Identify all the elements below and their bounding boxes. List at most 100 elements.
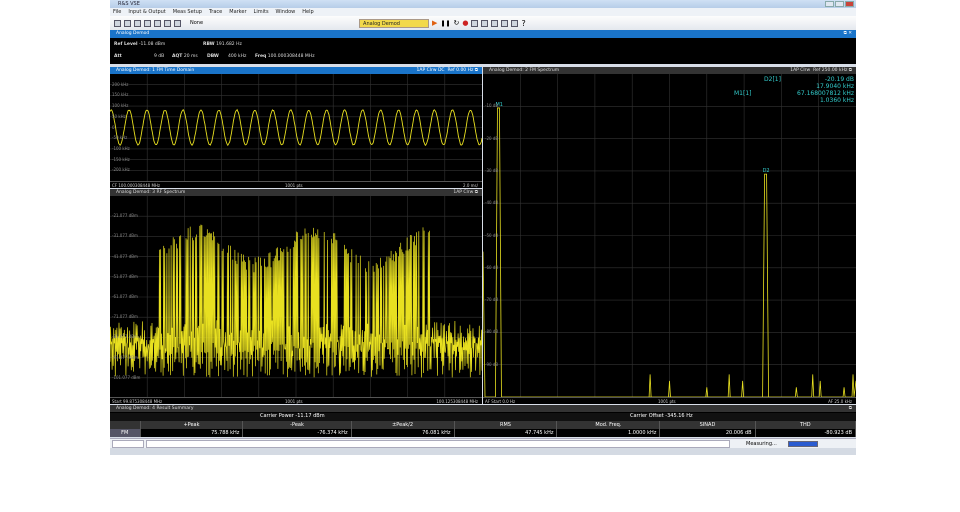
save-icon[interactable] bbox=[124, 20, 131, 27]
y-tick-label: -31.077 dBm bbox=[112, 233, 138, 238]
open-icon[interactable] bbox=[134, 20, 141, 27]
menu-item[interactable]: Window bbox=[276, 8, 296, 16]
y-tick-label: -20 dB bbox=[485, 136, 498, 141]
channel-title[interactable]: Analog Demod bbox=[116, 31, 149, 36]
fm-spectrum-plot[interactable]: M1 D2 -10 dB -20 dB -30 dB -40 dB -50 dB -60 dB… bbox=[483, 74, 856, 397]
y-tick-label: -100 kHz bbox=[112, 146, 130, 151]
y-tick-label: -61.077 dBm bbox=[112, 294, 138, 299]
layout-icon[interactable] bbox=[481, 20, 488, 27]
result-value: 75.788 kHz bbox=[140, 429, 243, 437]
maximize-button[interactable] bbox=[835, 1, 844, 7]
close-button[interactable] bbox=[845, 1, 854, 7]
toolbar-button[interactable] bbox=[154, 20, 161, 27]
fm-spectrum-panel: Analog Demod: 2 FM Spectrum 1AP Clrw Ref … bbox=[483, 67, 856, 404]
y-tick-label: -30 dB bbox=[485, 168, 498, 173]
rf-spectrum-plot[interactable]: -21.077 dBm -31.077 dBm -41.077 dBm -51.077… bbox=[110, 196, 482, 398]
column-header bbox=[110, 421, 140, 429]
layout-icon[interactable] bbox=[471, 20, 478, 27]
y-tick-label: -80 dB bbox=[485, 329, 498, 334]
column-header: RMS bbox=[454, 421, 557, 429]
toolbar-button[interactable] bbox=[144, 20, 151, 27]
y-tick-label: -150 kHz bbox=[112, 157, 130, 162]
y-tick-label: -200 kHz bbox=[112, 167, 130, 172]
plot-svg bbox=[110, 74, 482, 181]
result-value: -80.923 dB bbox=[755, 429, 855, 437]
plot-svg bbox=[110, 196, 482, 398]
menu-item[interactable]: Input & Output bbox=[128, 8, 165, 16]
menu-item[interactable]: Meas Setup bbox=[173, 8, 202, 16]
column-header: -Peak bbox=[243, 421, 351, 429]
channel-tab: Analog Demod ⧉ ✕ bbox=[110, 30, 856, 38]
message-field bbox=[146, 440, 730, 448]
column-header: +Peak bbox=[140, 421, 243, 429]
y-tick-label: -70 dB bbox=[485, 297, 498, 302]
y-tick-label: 150 kHz bbox=[112, 92, 128, 97]
y-tick-label: -71.077 dBm bbox=[112, 314, 138, 319]
none-dropdown[interactable]: None bbox=[190, 20, 203, 26]
mode-select[interactable]: Analog Demod bbox=[359, 19, 429, 28]
menu-item[interactable]: Trace bbox=[209, 8, 222, 16]
y-tick-label: -90 dB bbox=[485, 362, 498, 367]
panel-header: Analog Demod: 2 FM Spectrum 1AP Clrw Ref … bbox=[483, 67, 856, 74]
window-title: R&S VSE bbox=[118, 1, 140, 7]
menu-item[interactable]: Marker bbox=[229, 8, 246, 16]
rf-spectrum-panel: Analog Demod: 3 RF Spectrum 1AP Clrw ⧉ -2… bbox=[110, 189, 482, 404]
title-bar: R&S VSE bbox=[110, 0, 856, 8]
app-window: R&S VSE File Input & Output Meas Setup Trac… bbox=[110, 0, 856, 455]
toolbar: None Analog Demod ▶ ❚❚ ↻ ● ? bbox=[110, 16, 856, 30]
help-icon[interactable]: ? bbox=[521, 19, 525, 28]
menu-bar: File Input & Output Meas Setup Trace Marker L… bbox=[110, 8, 856, 16]
result-value: -76.374 kHz bbox=[243, 429, 351, 437]
marker-table: D2[1] -20.19 dB 17.9040 kHz M1[1] 67.16800… bbox=[734, 76, 854, 104]
menu-item[interactable]: Help bbox=[302, 8, 313, 16]
toolbar-button[interactable] bbox=[174, 20, 181, 27]
panel-header: Analog Demod: 3 RF Spectrum 1AP Clrw ⧉ bbox=[110, 189, 482, 196]
result-value: 47.745 kHz bbox=[454, 429, 557, 437]
plot-svg: M1D2 bbox=[483, 74, 856, 397]
column-header: THD bbox=[755, 421, 855, 429]
y-tick-label: 50 kHz bbox=[112, 114, 126, 119]
y-tick-label: -10 dB bbox=[485, 103, 498, 108]
y-tick-label: -41.077 dBm bbox=[112, 254, 138, 259]
channel-info: Ref Level -11.08 dBm RBW 191.682 Hz Att 9… bbox=[110, 38, 856, 64]
status-field[interactable] bbox=[112, 440, 144, 448]
menu-item[interactable]: File bbox=[113, 8, 121, 16]
toolbar-button[interactable] bbox=[114, 20, 121, 27]
y-tick-label: -21.077 dBm bbox=[112, 213, 138, 218]
result-value: 20.006 dB bbox=[660, 429, 755, 437]
y-tick-label: -40 dB bbox=[485, 200, 498, 205]
zoom-icon[interactable] bbox=[511, 20, 518, 27]
status-bar: Measuring... bbox=[110, 438, 856, 448]
y-tick-label: 200 kHz bbox=[112, 82, 128, 87]
y-tick-label: -60 dB bbox=[485, 265, 498, 270]
menu-item[interactable]: Limits bbox=[254, 8, 269, 16]
progress-bar bbox=[788, 441, 818, 447]
pause-icon[interactable]: ❚❚ bbox=[440, 20, 450, 27]
undock-close-icon[interactable]: ⧉ ✕ bbox=[844, 30, 852, 37]
panel-header: Analog Demod: 1 FM Time Domain 1AP Clrw D… bbox=[110, 67, 482, 74]
run-icon[interactable]: ▶ bbox=[432, 19, 437, 27]
column-header: Mod. Freq. bbox=[557, 421, 660, 429]
y-tick-label: -101.077 dBm bbox=[112, 375, 140, 380]
column-header: ±Peak/2 bbox=[351, 421, 454, 429]
y-tick-label: -50 dB bbox=[485, 233, 498, 238]
minimize-button[interactable] bbox=[825, 1, 834, 7]
marker-label-d2: D2 bbox=[763, 168, 770, 174]
fm-time-domain-panel: Analog Demod: 1 FM Time Domain 1AP Clrw D… bbox=[110, 67, 482, 188]
y-tick-label: -51.077 dBm bbox=[112, 274, 138, 279]
y-tick-label: 0 bbox=[112, 125, 115, 130]
y-tick-label: 100 kHz bbox=[112, 103, 128, 108]
result-table: +Peak -Peak ±Peak/2 RMS Mod. Freq. SINAD THD FM… bbox=[110, 421, 856, 437]
y-tick-label: -50 kHz bbox=[112, 135, 127, 140]
stop-icon[interactable]: ● bbox=[462, 19, 468, 27]
result-value: 1.0000 kHz bbox=[557, 429, 660, 437]
zoom-icon[interactable] bbox=[501, 20, 508, 27]
time-domain-plot[interactable]: 200 kHz 150 kHz 100 kHz 50 kHz 0 -50 kHz -100 … bbox=[110, 74, 482, 181]
refresh-icon[interactable]: ↻ bbox=[454, 19, 460, 27]
row-label: FM bbox=[110, 429, 140, 437]
y-tick-label: -91.077 dBm bbox=[112, 355, 138, 360]
status-text: Measuring... bbox=[746, 441, 777, 447]
print-icon[interactable] bbox=[164, 20, 171, 27]
column-header: SINAD bbox=[660, 421, 755, 429]
layout-icon[interactable] bbox=[491, 20, 498, 27]
